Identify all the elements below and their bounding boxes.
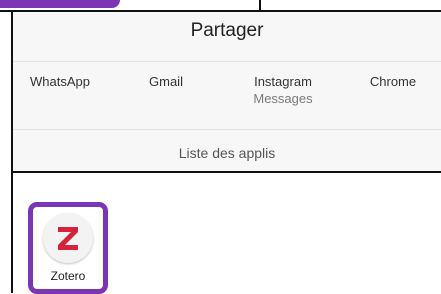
- share-title: Partager: [190, 20, 264, 41]
- app-tile-zotero[interactable]: Zotero: [28, 202, 108, 294]
- share-target-whatsapp[interactable]: WhatsApp: [25, 74, 95, 89]
- share-target-label: WhatsApp: [30, 74, 90, 89]
- divider: [13, 129, 441, 130]
- app-label: Zotero: [50, 269, 86, 283]
- share-sheet: Partager WhatsApp Gmail Instagram Messag…: [13, 12, 441, 172]
- share-target-label: Gmail: [149, 74, 183, 89]
- share-target-label: Instagram: [254, 74, 312, 89]
- share-target-sublabel: Messages: [253, 91, 313, 106]
- app-list-link[interactable]: Liste des applis: [13, 145, 441, 161]
- direct-share-targets: WhatsApp Gmail Instagram Messages Chrome: [13, 74, 441, 114]
- zotero-z-icon: [43, 213, 93, 263]
- share-panel: Partager WhatsApp Gmail Instagram Messag…: [11, 10, 441, 294]
- top-highlight-tab: [0, 0, 120, 8]
- divider: [13, 61, 441, 62]
- share-target-chrome[interactable]: Chrome: [358, 74, 428, 89]
- share-target-gmail[interactable]: Gmail: [131, 74, 201, 89]
- share-target-label: Chrome: [369, 74, 417, 89]
- section-border: [13, 171, 441, 173]
- share-target-instagram-messages[interactable]: Instagram Messages: [238, 74, 328, 106]
